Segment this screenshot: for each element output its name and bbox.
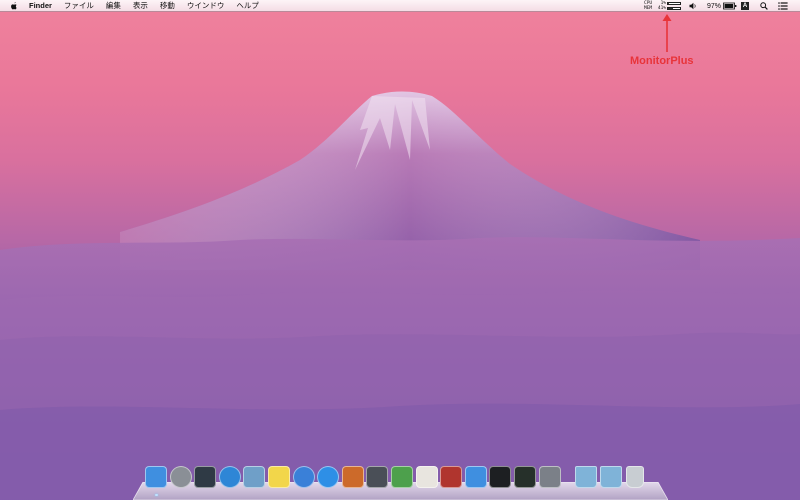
system-preferences-icon[interactable] xyxy=(538,466,561,488)
downloads-folder-icon[interactable] xyxy=(599,466,622,488)
menu-edit[interactable]: 編集 xyxy=(106,0,121,12)
cpu-bar xyxy=(667,2,681,5)
menu-bar-left: Finder ファイル 編集 表示 移動 ウインドウ ヘルプ xyxy=(0,0,271,12)
menu-finder[interactable]: Finder xyxy=(29,0,52,12)
input-source-badge: A xyxy=(741,2,749,10)
terminal-icon[interactable] xyxy=(489,466,512,488)
mem-bar xyxy=(667,7,681,10)
spotlight-search-icon xyxy=(760,2,768,10)
mission-control-icon[interactable] xyxy=(194,466,217,488)
mem-row: MEM 41% xyxy=(644,6,681,11)
system-pen-icon[interactable] xyxy=(366,466,389,488)
applications-folder-icon[interactable] xyxy=(575,466,598,488)
mem-value: 41% xyxy=(657,6,666,11)
finder-icon[interactable] xyxy=(145,466,167,488)
trash-icon[interactable] xyxy=(626,466,645,488)
textedit-icon[interactable] xyxy=(415,466,438,488)
spotlight-menu-extra[interactable] xyxy=(760,0,768,12)
menu-file[interactable]: ファイル xyxy=(64,0,94,12)
battery-icon xyxy=(723,2,737,10)
menu-go[interactable]: 移動 xyxy=(160,0,175,12)
mem-bar-fill xyxy=(668,8,673,9)
menu-window[interactable]: ウインドウ xyxy=(187,0,225,12)
annotation-label: MonitorPlus xyxy=(630,55,694,67)
desktop-wallpaper xyxy=(0,0,800,500)
dictionary-icon[interactable] xyxy=(440,466,463,488)
monitorplus-menu-extra[interactable]: CPU 1% MEM 41% xyxy=(641,0,687,12)
notification-center-icon xyxy=(778,2,788,10)
speaker-icon xyxy=(689,2,696,10)
keynote-icon[interactable] xyxy=(341,466,364,488)
activity-monitor-icon[interactable] xyxy=(514,466,536,488)
xcode-icon[interactable] xyxy=(464,466,487,488)
stickies-icon[interactable] xyxy=(268,466,290,488)
battery-menu-extra[interactable]: 97% xyxy=(707,0,737,12)
mem-label: MEM xyxy=(644,6,653,11)
numbers-icon[interactable] xyxy=(391,466,413,488)
dock-running-indicator xyxy=(154,494,158,496)
battery-percentage: 97% xyxy=(707,2,722,10)
input-source-menu-extra[interactable]: A xyxy=(741,0,749,12)
volume-menu-extra[interactable] xyxy=(689,0,698,12)
menu-bar: Finder ファイル 編集 表示 移動 ウインドウ ヘルプ CPU 1% ME… xyxy=(0,0,800,12)
preview-icon[interactable] xyxy=(243,466,266,488)
menu-help[interactable]: ヘルプ xyxy=(236,0,259,12)
menu-view[interactable]: 表示 xyxy=(133,0,148,12)
apple-icon[interactable] xyxy=(9,1,19,11)
annotation-arrow-icon xyxy=(662,14,672,52)
notification-center-menu-extra[interactable] xyxy=(778,0,788,12)
safari-icon[interactable] xyxy=(218,466,241,488)
launchpad-icon[interactable] xyxy=(169,466,192,488)
dock xyxy=(133,466,668,500)
itunes-icon[interactable] xyxy=(292,466,315,488)
